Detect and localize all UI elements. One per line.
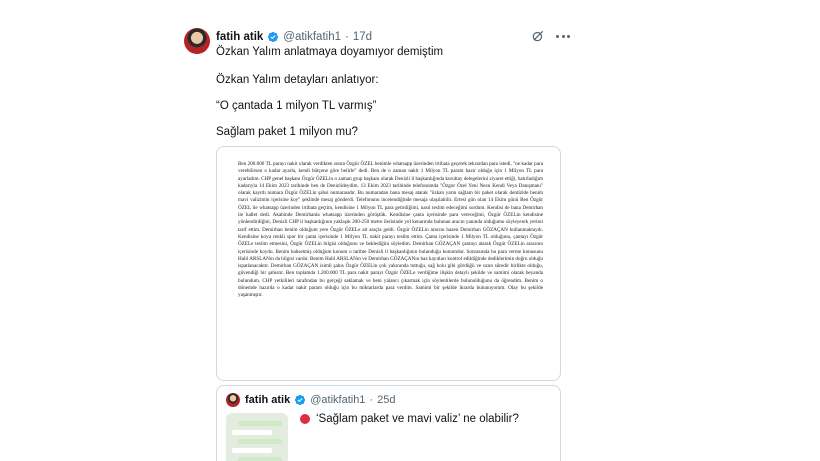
separator: · — [369, 394, 374, 406]
tweet-header: fatih atik @atikfatih1 · 17d — [216, 28, 372, 46]
quoted-header: fatih atik @atikfatih1 · 25d — [245, 392, 395, 408]
author-name[interactable]: fatih atik — [216, 31, 263, 43]
separator: · — [345, 31, 349, 43]
tweet-line: Özkan Yalım anlatmaya doyamıyor demiştim — [216, 46, 444, 58]
quoted-text: ‘Sağlam paket ve mavi valiz’ ne olabilir… — [300, 413, 519, 425]
quoted-text-content: ‘Sağlam paket ve mavi valiz’ ne olabilir… — [316, 413, 519, 425]
quoted-avatar[interactable] — [226, 393, 240, 407]
avatar[interactable] — [184, 28, 210, 54]
quoted-author-name: fatih atik — [245, 394, 291, 406]
red-circle-icon — [300, 414, 310, 424]
tweet-line: Sağlam paket 1 milyon mu? — [216, 126, 358, 138]
tweet[interactable]: fatih atik @atikfatih1 · 17d Özkan Yalım… — [172, 20, 584, 461]
grok-icon[interactable] — [531, 29, 545, 43]
author-handle[interactable]: @atikfatih1 — [283, 31, 341, 43]
verified-badge-icon — [295, 394, 306, 406]
document-text: Ben 200.000 TL parayı nakit olarak verdi… — [238, 161, 543, 299]
verified-badge-icon — [268, 31, 279, 43]
quoted-tweet[interactable]: fatih atik @atikfatih1 · 25d ‘Sağlam pak… — [216, 385, 561, 461]
timestamp[interactable]: 17d — [353, 31, 372, 43]
quoted-timestamp: 25d — [377, 394, 396, 406]
document-image: Ben 200.000 TL parayı nakit olarak verdi… — [238, 161, 543, 300]
quoted-author-handle: @atikfatih1 — [310, 394, 366, 406]
quoted-media-thumbnail[interactable] — [226, 413, 288, 461]
tweet-line: “O çantada 1 milyon TL varmış” — [216, 100, 377, 112]
tweet-line: Özkan Yalım detayları anlatıyor: — [216, 74, 379, 86]
tweet-media-image[interactable]: Ben 200.000 TL parayı nakit olarak verdi… — [216, 146, 561, 381]
more-icon[interactable] — [556, 35, 570, 39]
